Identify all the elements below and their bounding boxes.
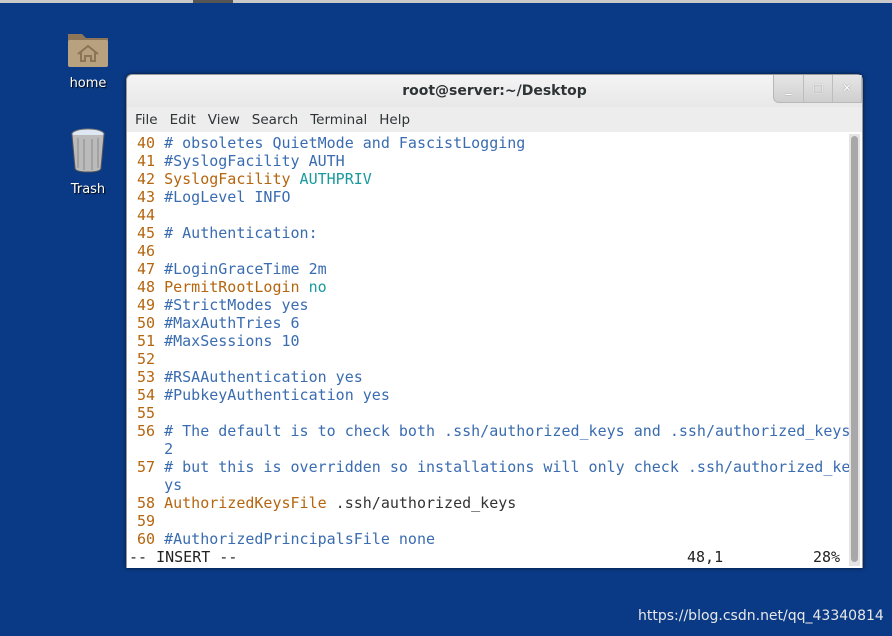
editor-lines: 40 # obsoletes QuietMode and FascistLogg… [137,134,850,548]
editor-line: 60 #AuthorizedPrincipalsFile none [137,530,850,548]
editor-line: 48 PermitRootLogin no [137,278,850,296]
line-number: 40 [137,134,156,152]
code-text: # obsoletes QuietMode and FascistLogging [164,134,526,152]
editor-line: 41 #SyslogFacility AUTH [137,152,850,170]
editor-line: 51 #MaxSessions 10 [137,332,850,350]
code-text: #MaxSessions 10 [164,332,300,350]
line-number: 60 [137,530,156,548]
line-number: 54 [137,386,156,404]
editor-line: 43 #LogLevel INFO [137,188,850,206]
desktop-icon-label: home [69,76,107,91]
code-text: SyslogFacility [164,170,291,188]
code-text: # Authentication: [164,224,318,242]
code-text: #SyslogFacility AUTH [164,152,345,170]
editor-line: 42 SyslogFacility AUTHPRIV [137,170,850,188]
code-text: PermitRootLogin [164,278,300,296]
watermark: https://blog.csdn.net/qq_43340814 [638,608,884,624]
code-text: AuthorizedKeysFile [164,494,327,512]
code-text: #MaxAuthTries 6 [164,314,300,332]
line-number: 57 [137,458,156,476]
line-number: 45 [137,224,156,242]
window-title: root@server:~/Desktop [127,75,862,107]
menu-bar: File Edit View Search Terminal Help [127,108,416,132]
desktop-icon-home[interactable]: home [48,28,128,91]
terminal-window: root@server:~/Desktop _ □ ✕ File Edit Vi… [126,74,863,568]
menu-file[interactable]: File [127,108,164,132]
close-button[interactable]: ✕ [832,75,861,102]
terminal-content[interactable]: 40 # obsoletes QuietMode and FascistLogg… [127,132,862,568]
line-number: 44 [137,206,156,224]
line-number: 42 [137,170,156,188]
editor-line: 2 [137,440,850,458]
editor-line: ys [137,476,850,494]
desktop-icon-trash[interactable]: Trash [48,126,128,197]
editor-line: 57 # but this is overridden so installat… [137,458,850,476]
cursor-position: 48,1 [687,548,724,566]
maximize-button[interactable]: □ [803,75,832,102]
scrollbar-thumb[interactable] [851,136,858,562]
editor-line: 46 [137,242,850,260]
mode-indicator: -- INSERT -- [129,548,238,566]
line-number: 46 [137,242,156,260]
code-text: no [299,278,327,296]
menu-search[interactable]: Search [246,108,304,132]
home-folder-icon [68,34,108,67]
minimize-button[interactable]: _ [774,75,803,102]
editor-line: 59 [137,512,850,530]
panel-item[interactable] [193,0,233,3]
code-text: #RSAAuthentication yes [164,368,363,386]
code-text: # The default is to check both .ssh/auth… [164,422,851,440]
line-number: 55 [137,404,156,422]
editor-line: 44 [137,206,850,224]
code-text: #PubkeyAuthentication yes [164,386,390,404]
menu-view[interactable]: View [202,108,246,132]
editor-line: 55 [137,404,850,422]
menu-terminal[interactable]: Terminal [304,108,373,132]
editor-line: 54 #PubkeyAuthentication yes [137,386,850,404]
code-text: .ssh/authorized_keys [326,494,517,512]
scroll-percent: 28% [813,548,841,566]
code-text: #AuthorizedPrincipalsFile none [164,530,436,548]
editor-line: 56 # The default is to check both .ssh/a… [137,422,850,440]
editor-line: 49 #StrictModes yes [137,296,850,314]
desktop-icon-label: Trash [70,182,106,197]
code-text: #LogLevel INFO [164,188,291,206]
line-number: 41 [137,152,156,170]
line-number: 50 [137,314,156,332]
editor-line: 52 [137,350,850,368]
editor-line: 47 #LoginGraceTime 2m [137,260,850,278]
line-number: 51 [137,332,156,350]
editor-line: 40 # obsoletes QuietMode and FascistLogg… [137,134,850,152]
scrollbar[interactable] [849,134,860,566]
line-number: 59 [137,512,156,530]
editor-line: 45 # Authentication: [137,224,850,242]
line-number: 49 [137,296,156,314]
line-number: 58 [137,494,156,512]
code-text: #LoginGraceTime 2m [164,260,327,278]
trash-icon [71,128,105,173]
editor-line: 58 AuthorizedKeysFile .ssh/authorized_ke… [137,494,850,512]
menu-help[interactable]: Help [373,108,416,132]
editor-line: 50 #MaxAuthTries 6 [137,314,850,332]
code-text: # but this is overridden so installation… [164,458,851,476]
line-number: 48 [137,278,156,296]
line-number: 56 [137,422,156,440]
line-number: 47 [137,260,156,278]
code-text: 2 [164,440,174,458]
line-number: 53 [137,368,156,386]
window-controls: _ □ ✕ [773,75,862,103]
code-text: AUTHPRIV [290,170,372,188]
editor-line: 53 #RSAAuthentication yes [137,368,850,386]
line-number: 43 [137,188,156,206]
code-text: ys [164,476,183,494]
line-number: 52 [137,350,156,368]
code-text: #StrictModes yes [164,296,309,314]
top-panel [0,0,892,3]
menu-edit[interactable]: Edit [164,108,202,132]
